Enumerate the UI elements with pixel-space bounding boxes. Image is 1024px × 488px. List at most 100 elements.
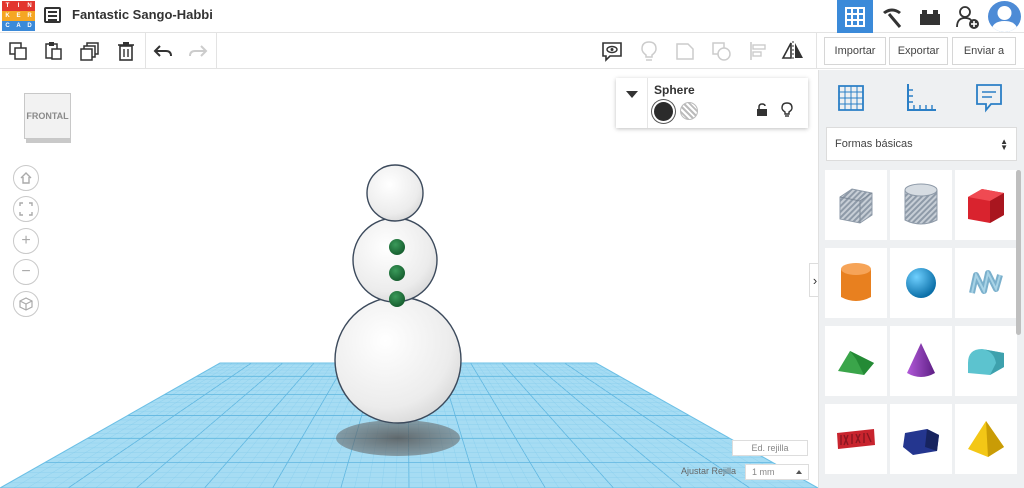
user-avatar[interactable] [988, 1, 1021, 32]
copy-icon [9, 42, 27, 60]
shape-tile-striped-box[interactable] [825, 170, 887, 240]
toolbar-divider [816, 33, 817, 69]
shape-tile-cone[interactable] [890, 326, 952, 396]
snap-grid-select[interactable]: 1 mm [745, 464, 809, 480]
shape-tile-cylinder[interactable] [825, 248, 887, 318]
group-icon [676, 43, 694, 60]
logo-letter: E [13, 11, 24, 21]
scribble-shape-icon [969, 270, 1003, 294]
shape-tile-text[interactable] [825, 404, 887, 474]
round-roof-shape-icon [968, 349, 1004, 375]
shape-name: Sphere [654, 83, 695, 97]
export-button[interactable]: Exportar [889, 37, 948, 65]
mirror-button[interactable] [780, 38, 806, 64]
perspective-button[interactable] [13, 291, 39, 317]
edit-grid-button[interactable]: Ed. rejilla [732, 440, 808, 456]
zoom-out-button[interactable]: − [13, 259, 39, 285]
panel-scrollbar[interactable] [1016, 170, 1021, 335]
design-list-icon[interactable] [44, 7, 61, 23]
light-button[interactable] [636, 38, 662, 64]
head-sphere[interactable] [366, 164, 424, 222]
3d-view-button[interactable] [837, 0, 873, 33]
undo-icon [153, 45, 172, 57]
3d-scene[interactable] [0, 70, 818, 488]
document-title[interactable]: Fantastic Sango-Habbi [72, 7, 213, 22]
group-button[interactable] [672, 38, 698, 64]
blocks-button[interactable] [874, 0, 910, 33]
logo-letter: T [2, 1, 13, 11]
shape-inspector: Sphere [616, 78, 808, 128]
paste-button[interactable] [40, 38, 66, 64]
shape-tile-polygon[interactable] [890, 404, 952, 474]
notes-icon [976, 84, 1002, 113]
bricks-button[interactable] [912, 0, 948, 33]
copy-button[interactable] [5, 38, 31, 64]
shape-category-select[interactable]: Formas básicas ▲ ▼ [826, 127, 1017, 161]
logo-letter: K [2, 11, 13, 21]
import-button[interactable]: Importar [824, 37, 886, 65]
notes-visibility-icon [602, 42, 622, 62]
invite-button[interactable] [950, 0, 986, 33]
shape-tile-box[interactable] [955, 170, 1017, 240]
send-to-button[interactable]: Enviar a [952, 37, 1016, 65]
delete-button[interactable] [113, 38, 139, 64]
notes-tool-button[interactable] [969, 78, 1009, 118]
shape-category-label: Formas básicas [835, 138, 913, 150]
bricks-icon [920, 9, 940, 25]
delete-icon [118, 42, 134, 61]
unlock-icon[interactable] [756, 103, 768, 117]
hole-button[interactable] [680, 102, 698, 120]
ruler-tool-button[interactable] [901, 78, 941, 118]
bottom-sphere[interactable] [334, 296, 462, 424]
workplane-tool-button[interactable] [831, 78, 871, 118]
solid-color-button[interactable] [654, 102, 673, 121]
shape-tile-scribble[interactable] [955, 248, 1017, 318]
snowman-model[interactable] [334, 164, 462, 424]
middle-sphere[interactable] [352, 217, 438, 303]
redo-button[interactable] [185, 38, 211, 64]
duplicate-button[interactable] [77, 38, 103, 64]
sphere-shape-icon [906, 268, 936, 298]
minus-icon: − [21, 263, 31, 280]
logo-letter: D [24, 21, 35, 31]
shape-tile-round-roof[interactable] [955, 326, 1017, 396]
tinkercad-logo[interactable]: TIN KER CAD [2, 1, 35, 31]
workplane-icon [838, 85, 864, 111]
show-notes-button[interactable] [599, 38, 625, 64]
plus-icon: + [21, 232, 31, 249]
toolbar-divider [145, 33, 146, 69]
light-icon [641, 41, 657, 61]
undo-button[interactable] [150, 38, 176, 64]
button-sphere[interactable] [389, 239, 405, 255]
view-cube-face[interactable]: FRONTAL [24, 93, 71, 139]
model-shadow [336, 420, 460, 456]
toolbar-divider [216, 33, 217, 69]
button-sphere[interactable] [389, 265, 405, 281]
logo-letter: I [13, 1, 24, 11]
cone-shape-icon [907, 343, 935, 377]
shape-tile-pyramid[interactable] [955, 404, 1017, 474]
shape-tile-sphere[interactable] [890, 248, 952, 318]
toolbar: Importar Exportar Enviar a [0, 33, 1024, 69]
workplane-area[interactable]: FRONTAL + − Sphere Ed. rejilla Ajustar R… [0, 70, 818, 488]
ungroup-icon [712, 42, 731, 61]
select-arrows-icon: ▲ ▼ [1000, 137, 1008, 152]
pyramid-shape-icon [968, 421, 1004, 457]
home-view-button[interactable] [13, 165, 39, 191]
snap-grid-label: Ajustar Rejilla [681, 466, 737, 476]
top-bar: TIN KER CAD Fantastic Sango-Habbi [0, 0, 1024, 33]
button-sphere[interactable] [389, 291, 405, 307]
shape-tile-striped-cylinder[interactable] [890, 170, 952, 240]
avatar-icon [991, 6, 1018, 32]
shape-tile-roof[interactable] [825, 326, 887, 396]
light-bulb-icon[interactable] [780, 102, 794, 118]
view-cube[interactable]: FRONTAL [24, 93, 71, 143]
roof-shape-icon [838, 351, 874, 375]
text-shape-icon [837, 429, 875, 449]
zoom-in-button[interactable]: + [13, 228, 39, 254]
collapse-inspector-icon[interactable] [626, 91, 638, 98]
ungroup-button[interactable] [708, 38, 734, 64]
align-button[interactable] [745, 38, 771, 64]
fit-view-button[interactable] [13, 196, 39, 222]
polygon-shape-icon [903, 429, 939, 455]
